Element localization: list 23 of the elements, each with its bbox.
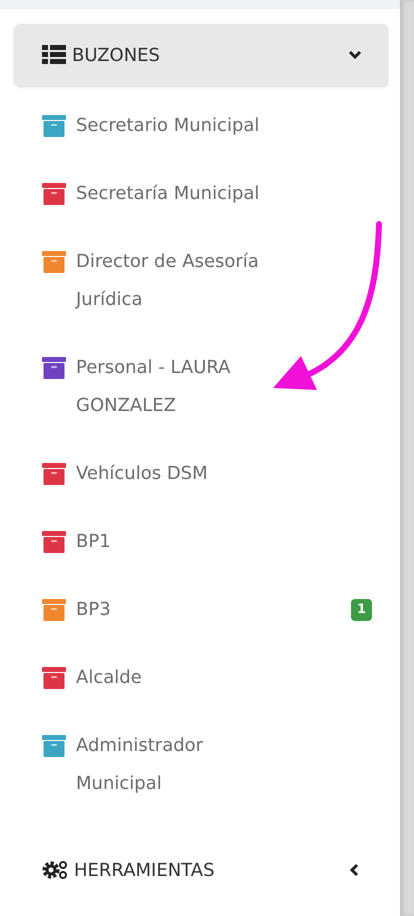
mailbox-link[interactable]: Administrador Municipal xyxy=(76,727,281,803)
mailbox-link[interactable]: BP1 xyxy=(76,523,111,561)
count-badge: 1 xyxy=(350,599,372,621)
archive-icon xyxy=(42,667,66,689)
mailbox-link[interactable]: Secretaría Municipal xyxy=(76,175,260,213)
menu-section-header[interactable]: BUZONES xyxy=(14,24,388,86)
archive-icon xyxy=(42,463,66,485)
mailbox-link[interactable]: BP3 xyxy=(76,591,111,629)
archive-icon xyxy=(42,735,66,757)
archive-icon xyxy=(42,531,66,553)
menu-section-header[interactable]: HERRAMIENTAS xyxy=(14,839,388,901)
mailbox-link[interactable]: Director de Asesoría Jurídica xyxy=(76,243,281,319)
mailbox-link[interactable]: Vehículos DSM xyxy=(76,455,208,493)
mailbox-link[interactable]: Alcalde xyxy=(76,659,142,697)
archive-icon xyxy=(42,251,66,273)
archive-icon xyxy=(42,183,66,205)
list-icon xyxy=(42,45,66,65)
mailbox-link[interactable]: Secretario Municipal xyxy=(76,107,260,145)
gears-icon xyxy=(42,860,68,880)
archive-icon xyxy=(42,115,66,137)
mailbox-link[interactable]: Personal - LAURA GONZALEZ xyxy=(76,349,281,425)
archive-icon xyxy=(42,357,66,379)
archive-icon xyxy=(42,599,66,621)
